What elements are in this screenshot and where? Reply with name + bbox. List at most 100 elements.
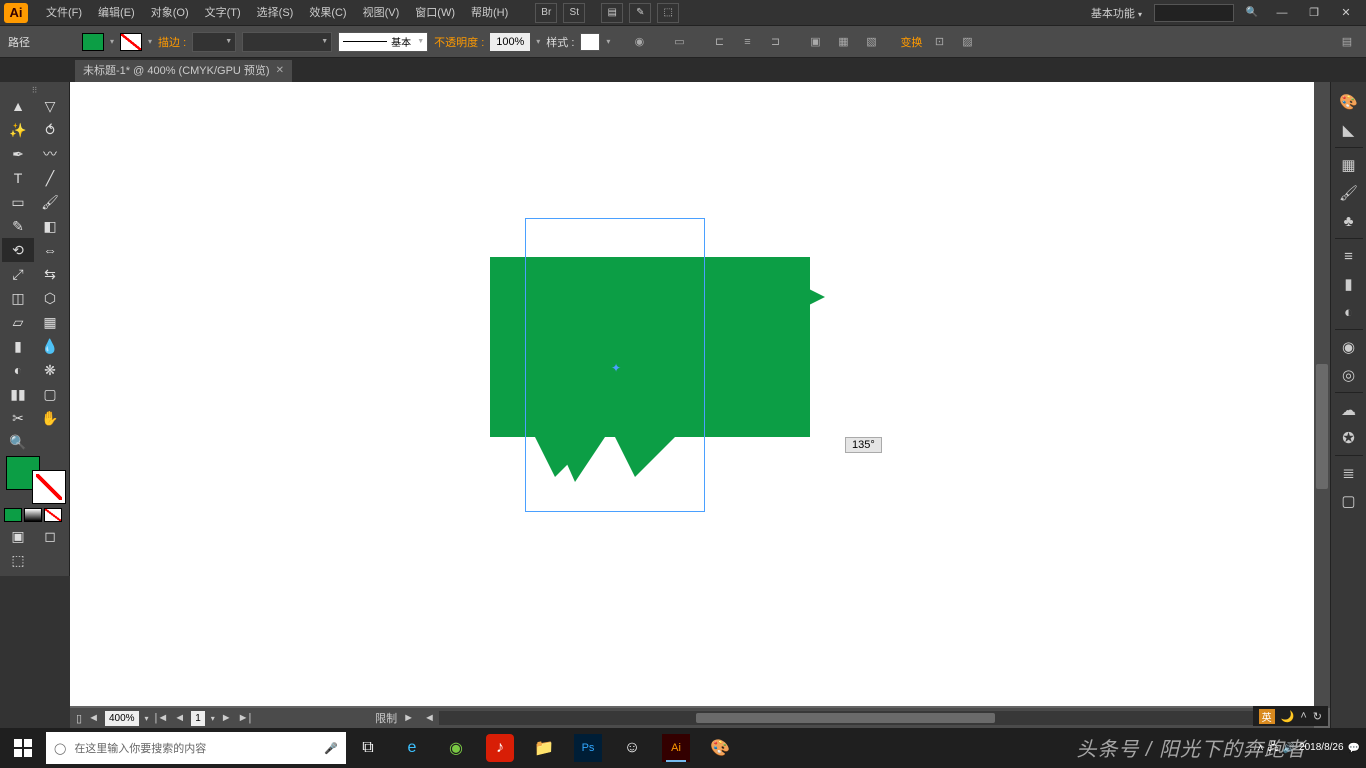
mic-icon[interactable]: 🎤 [324,742,338,755]
tray-network-icon[interactable]: 🖧 [1267,740,1278,757]
recolor-icon[interactable]: ◉ [628,32,650,52]
align-left-icon[interactable]: ⊏ [708,32,730,52]
swatches-panel-icon[interactable]: ▦ [1334,151,1364,179]
fill-swatch[interactable] [82,33,104,51]
slice-tool[interactable]: ✂ [2,406,34,430]
task-view-icon[interactable]: ⧉ [346,728,390,768]
reflect-tool[interactable]: ⇔ [34,238,66,262]
transform-label[interactable]: 变换 [900,34,922,50]
stroke-panel-icon[interactable]: ≡ [1334,242,1364,270]
shape-mode-icon-3[interactable]: ▧ [860,32,882,52]
mesh-tool[interactable]: ▦ [34,310,66,334]
toolbox-stroke-swatch[interactable] [32,470,66,504]
lasso-tool[interactable]: ⥀ [34,118,66,142]
nav-first2-icon[interactable]: |◄ [155,712,169,724]
edge-icon[interactable]: e [390,728,434,768]
explorer-icon[interactable]: 📁 [522,728,566,768]
menu-file[interactable]: 文件(F) [38,0,90,26]
edit-icon[interactable]: ▨ [956,32,978,52]
nav-next-icon[interactable]: ► [221,712,232,724]
shape-builder-tool[interactable]: ⬡ [34,286,66,310]
screen-mode-full[interactable]: ◻ [34,524,66,548]
zoom-field[interactable]: 400% [105,711,139,726]
shape-mode-icon-2[interactable]: ▦ [832,32,854,52]
artboard-tool[interactable]: ▢ [34,382,66,406]
paint-icon[interactable]: 🎨 [698,728,742,768]
pen-tool[interactable]: ✒ [2,142,34,166]
window-restore[interactable]: ❐ [1300,3,1328,23]
shape-mode-icon-1[interactable]: ▣ [804,32,826,52]
menu-type[interactable]: 文字(T) [197,0,249,26]
layers-panel-icon[interactable]: ≣ [1334,459,1364,487]
color-mode-gradient[interactable] [24,508,42,522]
free-transform-tool[interactable]: ◫ [2,286,34,310]
zoom-tool[interactable]: 🔍 [2,430,34,454]
symbols-panel-icon[interactable]: ♣ [1334,207,1364,235]
window-minimize[interactable]: — [1268,3,1296,23]
symbol-tool[interactable]: ❋ [34,358,66,382]
opacity-input[interactable]: 100% [490,33,530,51]
selection-bounding-box[interactable]: ✦ [525,218,705,512]
nav-last-icon[interactable]: ►| [238,712,252,724]
artboard[interactable]: ✦ 135° [70,82,1314,706]
browser-icon[interactable]: ◉ [434,728,478,768]
gradient-panel-icon[interactable]: ▮ [1334,270,1364,298]
type-tool[interactable]: T [2,166,34,190]
stroke-weight-dropdown[interactable] [192,32,236,52]
cortana-search[interactable]: ◯ 在这里输入你要搜索的内容 🎤 [46,732,346,764]
stroke-profile-dropdown[interactable] [242,32,332,52]
selection-tool[interactable]: ▲ [2,94,34,118]
stock-icon[interactable]: St [563,3,585,23]
document-tab[interactable]: 未标题-1* @ 400% (CMYK/GPU 预览) ✕ [75,60,292,82]
tray-notifications-icon[interactable]: 💬 [1348,743,1360,754]
draw-mode[interactable]: ⬚ [2,548,34,572]
illustrator-taskbar-icon[interactable]: Ai [662,734,690,762]
line-tool[interactable]: ╱ [34,166,66,190]
artboard-nav-field[interactable]: 1 [191,711,205,726]
nav-prev-icon[interactable]: ◄ [88,712,99,724]
window-close[interactable]: ✕ [1332,3,1360,23]
toolbox-handle[interactable]: ⠿ [2,86,67,94]
photoshop-icon[interactable]: Ps [574,734,602,762]
color-mode-solid[interactable] [4,508,22,522]
magic-wand-tool[interactable]: ✨ [2,118,34,142]
paintbrush-tool[interactable]: 🖌 [34,190,66,214]
workspace-switcher[interactable]: 基本功能 ▾ [1083,5,1150,21]
brushes-panel-icon[interactable]: 🖌 [1334,179,1364,207]
align-icon-1[interactable]: ▭ [668,32,690,52]
graphic-styles-panel-icon[interactable]: ◎ [1334,361,1364,389]
gradient-tool[interactable]: ▮ [2,334,34,358]
tray-datetime[interactable]: 2018/8/26 [1299,742,1344,754]
menu-window[interactable]: 窗口(W) [407,0,463,26]
fill-stroke-swatch[interactable] [4,456,68,504]
tray-up-icon[interactable]: ˄ [1258,743,1264,754]
brush-definition-dropdown[interactable]: 基本 [338,32,428,52]
tray-volume-icon[interactable]: 🔊 [1283,743,1295,754]
menu-select[interactable]: 选择(S) [249,0,302,26]
graph-tool[interactable]: ▮▮ [2,382,34,406]
moon-icon[interactable]: 🌙 [1281,710,1295,723]
curvature-tool[interactable]: 〰 [34,142,66,166]
color-panel-icon[interactable]: 🎨 [1334,88,1364,116]
nav-first-icon[interactable]: ▯ [76,712,82,725]
up-icon[interactable]: ˄ [1300,710,1306,722]
ime-indicator[interactable]: 英 [1259,709,1275,724]
gpu-icon[interactable]: ✎ [629,3,651,23]
stroke-label[interactable]: 描边 : [158,34,186,50]
search-input[interactable] [1154,4,1234,22]
transparency-panel-icon[interactable]: ◐ [1334,298,1364,326]
menu-object[interactable]: 对象(O) [143,0,197,26]
align-center-icon[interactable]: ≡ [736,32,758,52]
horizontal-scrollbar[interactable]: ◄► [420,708,1314,728]
rectangle-tool[interactable]: ▭ [2,190,34,214]
nav-prev2-icon[interactable]: ◄ [174,712,185,724]
start-button[interactable] [0,728,46,768]
opacity-label[interactable]: 不透明度 : [434,34,484,50]
search-icon[interactable]: 🔍 [1241,3,1263,23]
screen-mode-normal[interactable]: ▣ [2,524,34,548]
menu-effect[interactable]: 效果(C) [301,0,354,26]
menu-help[interactable]: 帮助(H) [463,0,516,26]
asset-export-panel-icon[interactable]: ✪ [1334,424,1364,452]
color-mode-none[interactable] [44,508,62,522]
misc-icon[interactable]: ⬚ [657,3,679,23]
